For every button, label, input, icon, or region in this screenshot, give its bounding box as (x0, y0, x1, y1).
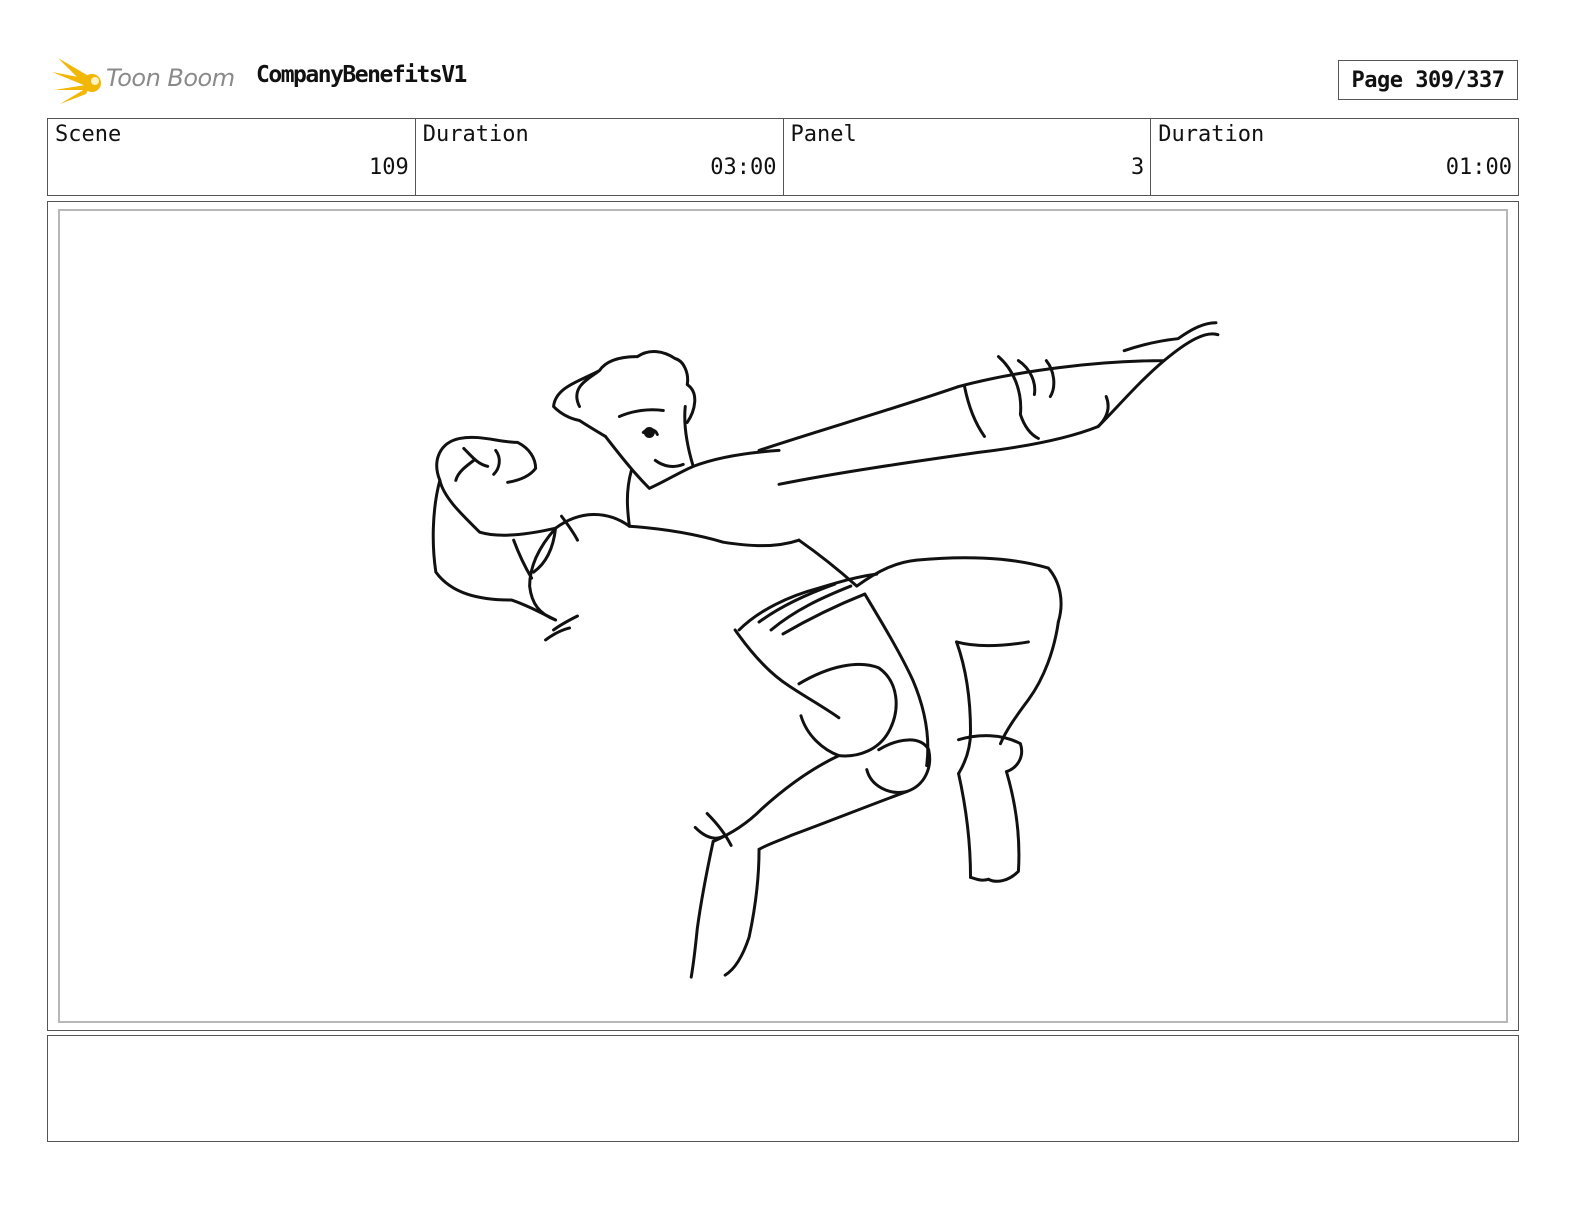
starburst-icon (52, 58, 101, 104)
panel-duration-value: 01:00 (1445, 155, 1512, 180)
scene-label: Scene (55, 122, 122, 147)
panel-duration-label: Duration (1158, 122, 1265, 147)
toon-boom-logo: Toon Boom (52, 56, 242, 108)
panel-notes (47, 1035, 1519, 1142)
panel-image-area (58, 209, 1508, 1023)
page-indicator: Page 309/337 (1338, 60, 1518, 100)
scene-cell: Scene 109 (48, 119, 416, 195)
scene-info-row: Scene 109 Duration 03:00 Panel 3 Duratio… (47, 118, 1519, 196)
character-sketch-icon (431, 321, 1220, 979)
storyboard-panel (47, 201, 1519, 1031)
panel-value: 3 (1131, 155, 1145, 180)
panel-cell: Panel 3 (784, 119, 1152, 195)
panel-duration-cell: Duration 01:00 (1151, 119, 1518, 195)
scene-value: 109 (369, 155, 409, 180)
panel-label: Panel (790, 122, 857, 147)
scene-duration-cell: Duration 03:00 (416, 119, 784, 195)
scene-duration-label: Duration (422, 122, 529, 147)
project-title: CompanyBenefitsV1 (256, 62, 467, 88)
scene-duration-value: 03:00 (710, 155, 777, 180)
logo-wordmark: Toon Boom (106, 64, 235, 92)
